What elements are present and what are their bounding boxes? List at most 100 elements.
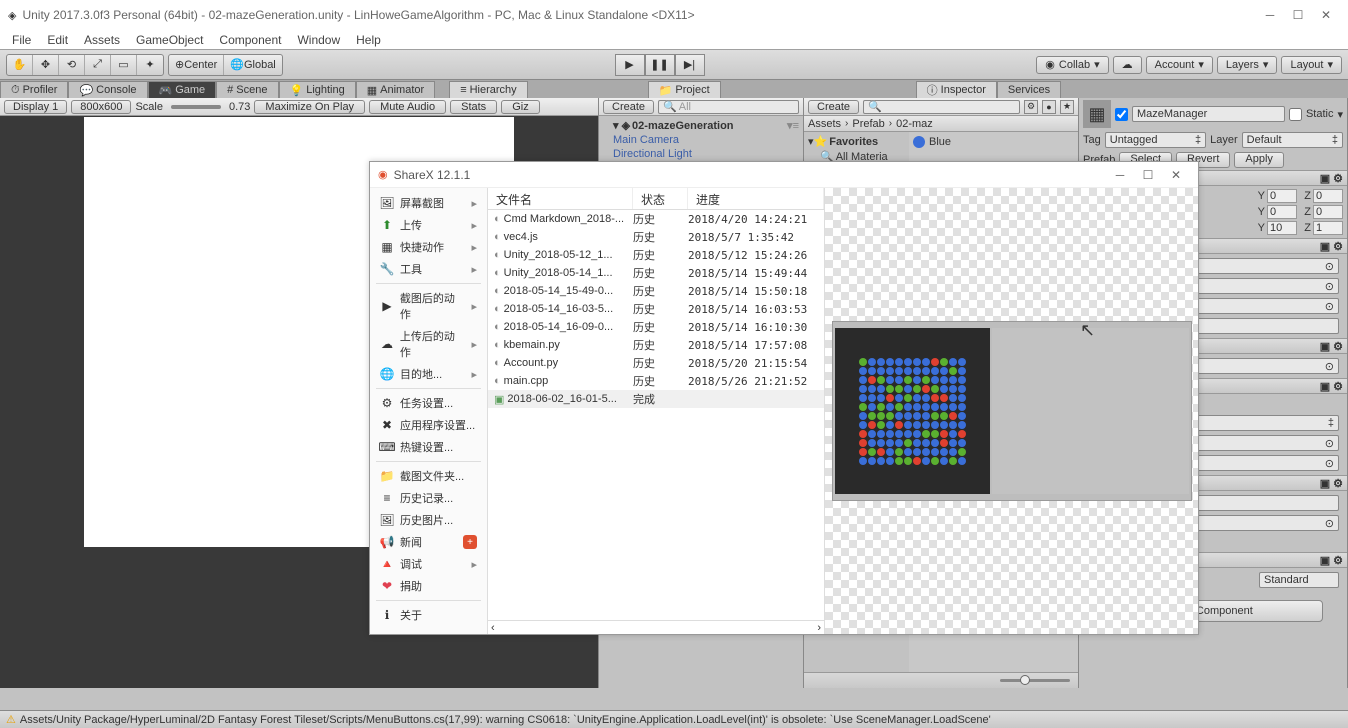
tab-console[interactable]: 💬 Console (68, 81, 147, 98)
col-status[interactable]: 状态 (633, 188, 688, 209)
menu-component[interactable]: Component (219, 33, 281, 47)
layers-dropdown[interactable]: Layers ▾ (1217, 56, 1278, 74)
multi-tool-icon[interactable]: ✦ (137, 55, 163, 75)
sidebar-item[interactable]: ⚙任务设置... (370, 392, 487, 414)
account-dropdown[interactable]: Account ▾ (1146, 56, 1213, 74)
tab-hierarchy[interactable]: ≡ Hierarchy (449, 81, 528, 98)
file-row[interactable]: ◐kbemain.py历史2018/5/14 17:57:08 (488, 336, 824, 354)
rotate-tool-icon[interactable]: ⟲ (59, 55, 85, 75)
menu-edit[interactable]: Edit (47, 33, 68, 47)
sidebar-item[interactable]: ▶截图后的动作▸ (370, 287, 487, 325)
gizmos-button[interactable]: Giz (501, 100, 540, 114)
sidebar-item[interactable]: 📁截图文件夹... (370, 465, 487, 487)
collab-dropdown[interactable]: ◉ Collab ▾ (1036, 56, 1108, 74)
shader-dropdown[interactable]: Standard (1259, 572, 1339, 588)
pos-z-field[interactable] (1313, 189, 1343, 203)
file-row[interactable]: ◐Unity_2018-05-14_1...历史2018/5/14 15:49:… (488, 264, 824, 282)
rect-tool-icon[interactable]: ▭ (111, 55, 137, 75)
rot-y-field[interactable] (1267, 205, 1297, 219)
pause-button[interactable]: ❚❚ (645, 54, 675, 76)
step-button[interactable]: ▶| (675, 54, 705, 76)
prefab-apply-button[interactable]: Apply (1234, 152, 1284, 168)
bc-folder[interactable]: 02-maz (896, 118, 933, 130)
file-row[interactable]: ◐Unity_2018-05-12_1...历史2018/5/12 15:24:… (488, 246, 824, 264)
minimize-icon[interactable]: ─ (1264, 9, 1276, 21)
hand-tool-icon[interactable]: ✋ (7, 55, 33, 75)
hierarchy-create-button[interactable]: Create (603, 100, 654, 114)
tab-lighting[interactable]: 💡 Lighting (279, 81, 356, 98)
file-row[interactable]: ◐Cmd Markdown_2018-...历史2018/4/20 14:24:… (488, 210, 824, 228)
gameobject-enable-checkbox[interactable] (1115, 108, 1128, 121)
pos-y-field[interactable] (1267, 189, 1297, 203)
scale-slider[interactable] (171, 105, 221, 109)
tab-animator[interactable]: ▦ Animator (356, 81, 435, 98)
search-type-icon[interactable]: ● (1042, 100, 1056, 114)
tab-project[interactable]: 📁 Project (648, 81, 721, 98)
menu-file[interactable]: File (12, 33, 31, 47)
cloud-button[interactable]: ☁ (1113, 56, 1142, 74)
center-button[interactable]: ⊕ Center (169, 55, 224, 75)
bc-prefab[interactable]: Prefab (852, 118, 884, 130)
project-size-slider[interactable] (1000, 679, 1070, 682)
file-row[interactable]: ◐2018-05-14_16-03-5...历史2018/5/14 16:03:… (488, 300, 824, 318)
menu-gameobject[interactable]: GameObject (136, 33, 203, 47)
col-progress[interactable]: 进度 (688, 188, 824, 209)
maximize-icon[interactable]: ☐ (1292, 9, 1304, 21)
play-button[interactable]: ▶ (615, 54, 645, 76)
sidebar-item[interactable]: 🌐目的地...▸ (370, 363, 487, 385)
favorites-folder[interactable]: ▾⭐Favorites (806, 134, 907, 149)
static-checkbox[interactable] (1289, 108, 1302, 121)
hierarchy-item-light[interactable]: Directional Light (599, 147, 803, 161)
scale-y-field[interactable] (1267, 221, 1297, 235)
display-dropdown[interactable]: Display 1 (4, 100, 67, 114)
file-row[interactable]: ◐2018-05-14_16-09-0...历史2018/5/14 16:10:… (488, 318, 824, 336)
sidebar-item[interactable]: ▦快捷动作▸ (370, 236, 487, 258)
col-filename[interactable]: 文件名 (488, 188, 633, 209)
project-search[interactable]: 🔍 (863, 100, 1020, 114)
layer-dropdown[interactable]: Default ‡ (1242, 132, 1343, 148)
resolution-dropdown[interactable]: 800x600 (71, 100, 131, 114)
sidebar-item[interactable]: ❤捐助 (370, 575, 487, 597)
sharex-minimize-icon[interactable]: ─ (1114, 169, 1126, 181)
sharex-maximize-icon[interactable]: ☐ (1142, 169, 1154, 181)
hierarchy-scene-root[interactable]: ▾ ◈ 02-mazeGeneration ▾≡ (599, 118, 803, 133)
scale-z-field[interactable] (1313, 221, 1343, 235)
file-row[interactable]: ◐2018-05-14_15-49-0...历史2018/5/14 15:50:… (488, 282, 824, 300)
file-row[interactable]: ◐vec4.js历史2018/5/7 1:35:42 (488, 228, 824, 246)
bc-assets[interactable]: Assets (808, 118, 841, 130)
tab-scene[interactable]: # Scene (216, 81, 278, 98)
preview-thumbnail[interactable] (832, 321, 1192, 501)
sidebar-item[interactable]: ☁上传后的动作▸ (370, 325, 487, 363)
unity-statusbar[interactable]: ⚠ Assets/Unity Package/HyperLuminal/2D F… (0, 710, 1348, 728)
search-label-icon[interactable]: ★ (1060, 100, 1074, 114)
maximize-on-play-button[interactable]: Maximize On Play (254, 100, 365, 114)
gameobject-name-field[interactable]: MazeManager (1132, 106, 1285, 122)
tab-inspector[interactable]: ⓘ Inspector (916, 81, 997, 98)
layout-dropdown[interactable]: Layout ▾ (1281, 56, 1342, 74)
sidebar-item[interactable]: 🖼屏幕截图▸ (370, 192, 487, 214)
sidebar-item[interactable]: 🔧工具▸ (370, 258, 487, 280)
scale-tool-icon[interactable]: ⤢ (85, 55, 111, 75)
tab-game[interactable]: 🎮 Game (148, 81, 217, 98)
project-create-button[interactable]: Create (808, 100, 859, 114)
hierarchy-item-camera[interactable]: Main Camera (599, 133, 803, 147)
sidebar-item[interactable]: ⬆上传▸ (370, 214, 487, 236)
tab-profiler[interactable]: ⏱ Profiler (0, 81, 68, 98)
file-row[interactable]: ◐main.cpp历史2018/5/26 21:21:52 (488, 372, 824, 390)
file-row[interactable]: ▣2018-06-02_16-01-5...完成 (488, 390, 824, 408)
sidebar-item[interactable]: 🖼历史图片... (370, 509, 487, 531)
tab-services[interactable]: Services (997, 81, 1061, 98)
stats-button[interactable]: Stats (450, 100, 497, 114)
global-button[interactable]: 🌐 Global (224, 55, 282, 75)
mute-audio-button[interactable]: Mute Audio (369, 100, 446, 114)
sidebar-item[interactable]: 🔺调试▸ (370, 553, 487, 575)
close-icon[interactable]: ✕ (1320, 9, 1332, 21)
list-scrollbar[interactable]: ‹› (488, 620, 824, 634)
menu-window[interactable]: Window (297, 33, 340, 47)
asset-blue[interactable]: Blue (913, 136, 1074, 148)
file-row[interactable]: ◐Account.py历史2018/5/20 21:15:54 (488, 354, 824, 372)
move-tool-icon[interactable]: ✥ (33, 55, 59, 75)
sharex-close-icon[interactable]: ✕ (1170, 169, 1182, 181)
search-filter-icon[interactable]: ⚙ (1024, 100, 1038, 114)
sidebar-item[interactable]: ✖应用程序设置... (370, 414, 487, 436)
